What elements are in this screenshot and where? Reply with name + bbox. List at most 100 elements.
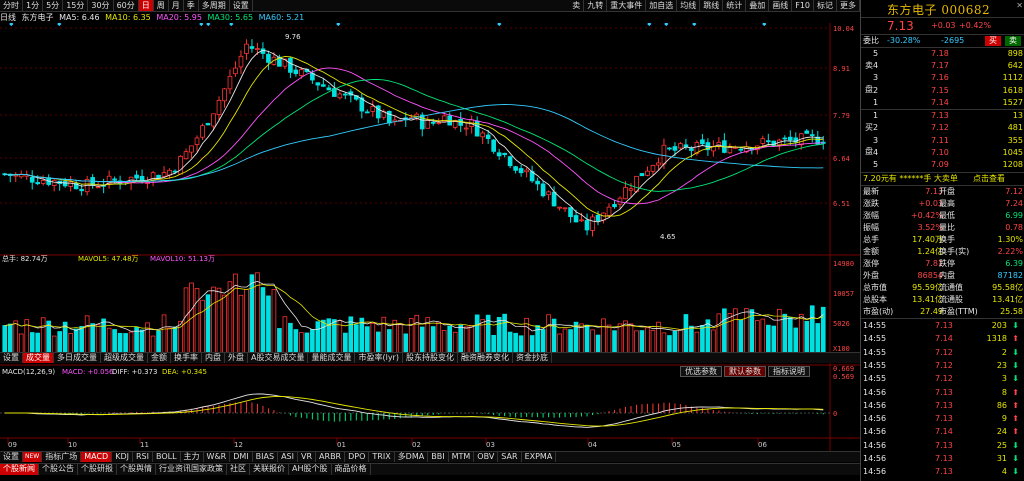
- indicator-tab-15[interactable]: TRIX: [369, 452, 395, 462]
- toolbar-period-11[interactable]: 设置: [230, 0, 253, 11]
- stat-label: 总手: [863, 235, 879, 244]
- stat-label: 涨停: [863, 259, 879, 268]
- macd-button-0[interactable]: 优选参数: [680, 366, 722, 377]
- toolbar-tool-4[interactable]: 均线: [677, 0, 701, 11]
- indicator-tab-10[interactable]: BIAS: [253, 452, 279, 462]
- volume-tab-0[interactable]: 设置: [0, 353, 23, 363]
- arrow-down-icon: ⬇: [1012, 321, 1019, 330]
- indicator-tab-3[interactable]: MACD: [81, 452, 113, 462]
- volume-tab-11[interactable]: 股东持股变化: [403, 353, 458, 363]
- candle-body: [672, 146, 678, 151]
- volume-bar: [266, 295, 271, 354]
- news-tab-6[interactable]: 关联报价: [250, 464, 289, 475]
- toolbar-period-4[interactable]: 30分: [88, 0, 114, 11]
- toolbar-tool-11[interactable]: 更多: [837, 0, 860, 11]
- toolbar-tool-9[interactable]: F10: [792, 0, 814, 11]
- news-tab-5[interactable]: 社区: [227, 464, 250, 475]
- toolbar-tool-3[interactable]: 加自选: [646, 0, 678, 11]
- big-order-link[interactable]: 点击查看: [973, 173, 1005, 185]
- news-tab-7[interactable]: AH股个股: [289, 464, 332, 475]
- indicator-tab-12[interactable]: VR: [298, 452, 317, 462]
- date-axis-label: 04: [588, 441, 597, 449]
- news-tab-1[interactable]: 个股公告: [39, 464, 78, 475]
- tick-time: 14:55: [863, 321, 887, 330]
- indicator-tab-18[interactable]: MTM: [449, 452, 475, 462]
- toolbar-period-7[interactable]: 周: [154, 0, 169, 11]
- volume-bar: [804, 320, 810, 354]
- volume-tab-2[interactable]: 多日成交量: [54, 353, 101, 363]
- toolbar-period-6[interactable]: 日: [138, 0, 154, 11]
- macd-button-2[interactable]: 指标说明: [768, 366, 810, 377]
- sell-button[interactable]: 卖: [1005, 36, 1021, 46]
- volume-bar: [678, 329, 683, 354]
- toolbar-tool-1[interactable]: 九转: [584, 0, 608, 11]
- toolbar-tool-10[interactable]: 标记: [814, 0, 837, 11]
- volume-tab-12[interactable]: 融资融券变化: [458, 353, 513, 363]
- volume-bar: [282, 316, 288, 354]
- news-tab-2[interactable]: 个股研报: [78, 464, 117, 475]
- volume-tab-3[interactable]: 超级成交量: [101, 353, 148, 363]
- indicator-tab-7[interactable]: 主力: [181, 452, 204, 462]
- indicator-tab-0[interactable]: 设置: [0, 452, 23, 462]
- indicator-tab-21[interactable]: EXPMA: [522, 452, 557, 462]
- last-price: 7.13: [887, 19, 914, 33]
- indicator-tab-14[interactable]: DPO: [345, 452, 370, 462]
- toolbar-period-8[interactable]: 月: [169, 0, 184, 11]
- indicator-tab-5[interactable]: RSI: [133, 452, 153, 462]
- news-tab-4[interactable]: 行业资讯国家政策: [156, 464, 227, 475]
- toolbar-tool-6[interactable]: 统计: [723, 0, 747, 11]
- toolbar-tool-7[interactable]: 叠加: [746, 0, 770, 11]
- news-tab-0[interactable]: 个股新闻: [0, 464, 39, 475]
- volume-tab-9[interactable]: 量能成交量: [308, 353, 356, 363]
- toolbar-tool-8[interactable]: 画线: [769, 0, 793, 11]
- indicator-tab-1[interactable]: NEW: [23, 452, 43, 462]
- volume-tab-6[interactable]: 内盘: [202, 353, 225, 363]
- volume-tab-7[interactable]: 外盘: [225, 353, 248, 363]
- news-tab-3[interactable]: 个股舆情: [117, 464, 156, 475]
- indicator-tab-9[interactable]: DMI: [230, 452, 253, 462]
- indicator-tab-8[interactable]: W&R: [204, 452, 231, 462]
- toolbar-tool-0[interactable]: 卖: [569, 0, 585, 11]
- indicator-tab-2[interactable]: 指标广场: [42, 452, 82, 462]
- volume-tab-1[interactable]: 成交量: [23, 353, 54, 363]
- stock-name-label: 东方电子: [21, 13, 54, 22]
- big-order-banner[interactable]: 7.20元有 ******手 大卖单 点击查看: [861, 173, 1024, 185]
- volume-tab-4[interactable]: 金额: [148, 353, 171, 363]
- volume-bar: [815, 323, 821, 354]
- kline-chart[interactable]: 10.04 8.91 7.79 6.64 6.51 9.76 4.65 14980 10057 5…: [0, 23, 860, 463]
- macd-button-1[interactable]: 默认参数: [724, 366, 766, 377]
- indicator-tab-17[interactable]: BBI: [428, 452, 449, 462]
- dea-value: DEA: +0.345: [162, 368, 207, 376]
- toolbar-period-10[interactable]: 多周期: [199, 0, 230, 11]
- volume-bar: [634, 330, 639, 354]
- toolbar-period-1[interactable]: 1分: [23, 0, 44, 11]
- volume-tab-10[interactable]: 市盈率(lyr): [355, 353, 403, 363]
- volume-tab-5[interactable]: 换手率: [171, 353, 202, 363]
- indicator-tab-13[interactable]: ARBR: [316, 452, 346, 462]
- volume-indicator-tabs: 设置 成交量 多日成交量 超级成交量 金额 换手率 内盘 外盘 A股交易成交量 量能成交量 市盈率(…: [0, 352, 860, 363]
- toolbar-period-3[interactable]: 15分: [63, 0, 89, 11]
- volume-tab-8[interactable]: A股交易成交量: [248, 353, 309, 363]
- stat-label: 振幅: [863, 223, 879, 232]
- indicator-tab-6[interactable]: BOLL: [153, 452, 181, 462]
- indicator-tab-16[interactable]: 多DMA: [395, 452, 429, 462]
- toolbar-period-9[interactable]: 季: [184, 0, 199, 11]
- high-price-annotation: 9.76: [285, 33, 301, 41]
- indicator-tab-4[interactable]: KDJ: [112, 452, 133, 462]
- indicator-tab-19[interactable]: OBV: [474, 452, 499, 462]
- volume-bar: [584, 324, 590, 354]
- indicator-tab-20[interactable]: SAR: [498, 452, 522, 462]
- toolbar-period-2[interactable]: 5分: [43, 0, 64, 11]
- toolbar-tool-2[interactable]: 重大事件: [607, 0, 647, 11]
- buy-button[interactable]: 买: [985, 36, 1001, 46]
- indicator-tab-11[interactable]: ASI: [278, 452, 298, 462]
- toolbar-period-0[interactable]: 分时: [0, 0, 23, 11]
- toolbar-period-5[interactable]: 60分: [114, 0, 139, 11]
- level-label: 3: [873, 73, 879, 83]
- volume-tab-13[interactable]: 资金抄底: [513, 353, 552, 363]
- candle-body: [513, 166, 518, 171]
- close-icon[interactable]: ✕: [1016, 1, 1023, 10]
- candle-body: [337, 93, 343, 99]
- news-tab-8[interactable]: 商品价格: [332, 464, 371, 475]
- toolbar-tool-5[interactable]: 跳线: [700, 0, 724, 11]
